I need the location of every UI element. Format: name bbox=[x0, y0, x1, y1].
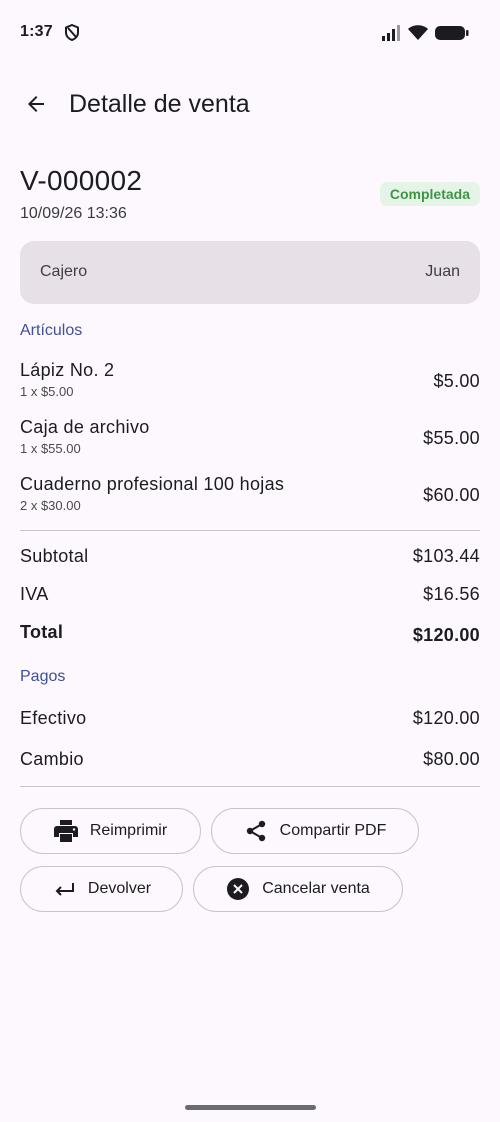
reprint-button[interactable]: Reimprimir bbox=[20, 808, 201, 854]
cashier-label: Cajero bbox=[40, 263, 88, 280]
status-badge: Completada bbox=[379, 182, 480, 206]
print-icon bbox=[53, 820, 78, 842]
item-quantity: 1 x $5.00 bbox=[20, 384, 74, 399]
reprint-label: Reimprimir bbox=[89, 822, 168, 839]
divider bbox=[20, 530, 480, 531]
subtotal-value: $103.44 bbox=[412, 546, 480, 566]
cash-value: $120.00 bbox=[412, 708, 480, 728]
cancel-sale-label: Cancelar venta bbox=[262, 880, 370, 897]
shield-icon bbox=[65, 24, 79, 41]
cancel-sale-button[interactable]: Cancelar venta bbox=[193, 866, 403, 912]
item-quantity: 1 x $55.00 bbox=[20, 441, 81, 456]
cashier-card: Cajero Juan bbox=[20, 241, 480, 304]
cash-label: Efectivo bbox=[20, 708, 87, 728]
divider bbox=[20, 786, 480, 787]
refund-label: Devolver bbox=[87, 880, 152, 897]
item-amount: $5.00 bbox=[433, 371, 480, 391]
sale-id: V-000002 bbox=[20, 165, 143, 196]
share-pdf-button[interactable]: Compartir PDF bbox=[211, 808, 419, 854]
signal-icon bbox=[382, 24, 400, 41]
articles-section-title: Artículos bbox=[20, 322, 83, 339]
sale-datetime: 10/09/26 13:36 bbox=[20, 205, 127, 222]
list-item: Caja de archivo 1 x $55.00 $55.00 bbox=[20, 417, 480, 465]
wifi-icon bbox=[408, 25, 428, 40]
item-name: Caja de archivo bbox=[20, 417, 150, 437]
share-icon bbox=[246, 820, 265, 842]
cashier-name: Juan bbox=[425, 263, 460, 280]
list-item: Lápiz No. 2 1 x $5.00 $5.00 bbox=[20, 360, 480, 408]
item-amount: $55.00 bbox=[423, 428, 480, 448]
share-pdf-label: Compartir PDF bbox=[279, 822, 387, 839]
item-quantity: 2 x $30.00 bbox=[20, 498, 81, 513]
cash-row: Efectivo $120.00 bbox=[20, 708, 480, 734]
battery-icon bbox=[435, 25, 469, 40]
page-title: Detalle de venta bbox=[69, 90, 250, 118]
return-arrow-icon bbox=[55, 883, 74, 896]
item-name: Cuaderno profesional 100 hojas bbox=[20, 474, 285, 494]
refund-button[interactable]: Devolver bbox=[20, 866, 183, 912]
arrow-back-icon bbox=[28, 96, 44, 112]
status-icons bbox=[381, 24, 469, 41]
change-value: $80.00 bbox=[423, 749, 480, 769]
app-bar: Detalle de venta bbox=[0, 72, 500, 136]
item-amount: $60.00 bbox=[423, 485, 480, 505]
tax-value: $16.56 bbox=[423, 584, 480, 604]
subtotal-row: Subtotal $103.44 bbox=[20, 546, 480, 572]
total-value: $120.00 bbox=[412, 625, 480, 645]
change-row: Cambio $80.00 bbox=[20, 749, 480, 775]
total-row: Total $120.00 bbox=[20, 622, 480, 648]
list-item: Cuaderno profesional 100 hojas 2 x $30.0… bbox=[20, 474, 480, 522]
change-label: Cambio bbox=[20, 749, 84, 769]
cancel-circle-icon bbox=[227, 878, 250, 900]
status-bar: 1:37 bbox=[0, 0, 500, 64]
payments-section-title: Pagos bbox=[20, 668, 66, 685]
item-name: Lápiz No. 2 bbox=[20, 360, 115, 380]
tax-row: IVA $16.56 bbox=[20, 584, 480, 610]
back-button[interactable] bbox=[16, 84, 56, 124]
tax-label: IVA bbox=[20, 584, 49, 604]
subtotal-label: Subtotal bbox=[20, 546, 89, 566]
home-indicator[interactable] bbox=[185, 1105, 316, 1110]
status-time: 1:37 bbox=[20, 23, 53, 40]
total-label: Total bbox=[20, 622, 64, 642]
